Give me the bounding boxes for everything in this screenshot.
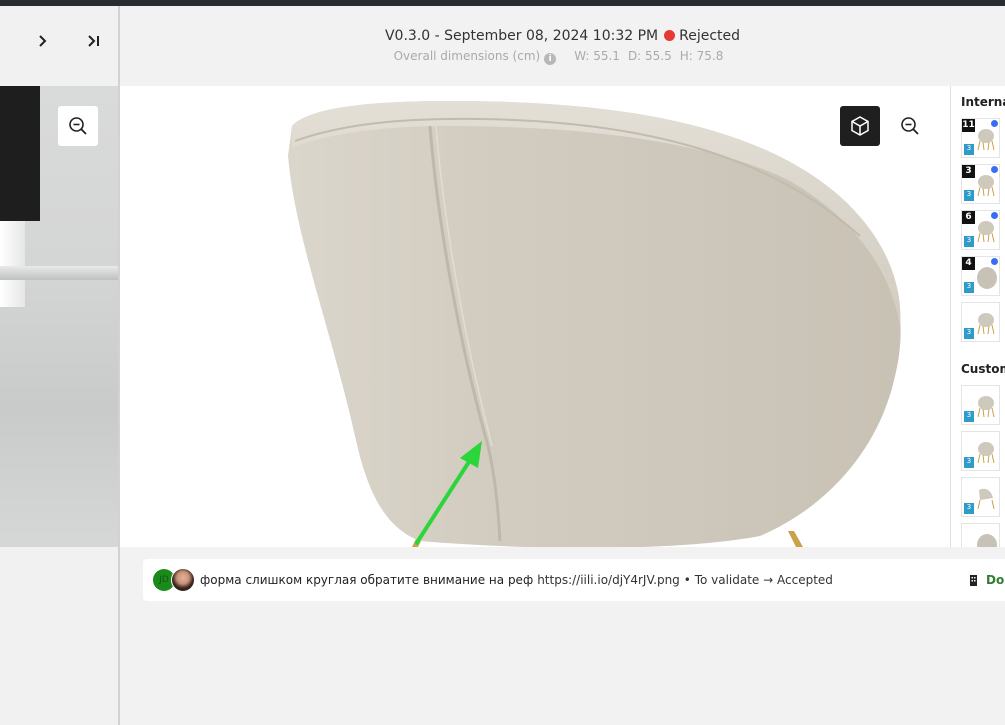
version-date: September 08, 2024 10:32 PM <box>444 28 659 44</box>
customer-section-title: Customer <box>961 362 1005 376</box>
dimensions-line: Overall dimensions (cm) i W: 55.1 D: 55.5 H:… <box>120 49 1005 65</box>
next-button[interactable] <box>32 30 52 52</box>
thumbnail-count-badge: 6 <box>962 211 975 224</box>
skip-to-end-icon <box>88 35 99 47</box>
chair-thumbnail-image <box>977 267 997 289</box>
comment-status-change: • To validate → Accepted <box>683 573 833 587</box>
customer-thumbnail[interactable]: 3 <box>961 477 1000 517</box>
chevron-right-icon <box>39 35 47 47</box>
thumbnail-count-badge: 11 <box>962 119 975 132</box>
viewer-zoom-out-button[interactable] <box>890 106 930 146</box>
done-label: Done <box>986 573 1005 587</box>
3d-view-button[interactable] <box>840 106 880 146</box>
internal-thumbnail[interactable]: 4 3 <box>961 256 1000 296</box>
internal-thumbnail[interactable]: 11 3 <box>961 118 1000 158</box>
height-value: H: 75.8 <box>679 49 724 63</box>
versions-sidebar: Internal 11 3 3 3 6 3 4 3 3 Customer 3 3… <box>951 86 1005 547</box>
thumbnail-count-badge: 3 <box>962 165 975 178</box>
last-button[interactable] <box>84 30 104 52</box>
unread-dot-icon <box>991 212 998 219</box>
chair-thumbnail-image <box>977 534 997 547</box>
3d-badge: 3 <box>964 411 974 422</box>
status-dot-icon <box>664 30 676 41</box>
chair-thumbnail-image <box>977 175 995 197</box>
dimensions-label: Overall dimensions (cm) <box>393 49 541 63</box>
building-icon <box>970 574 977 586</box>
version-number: V0.3.0 <box>384 28 431 44</box>
chair-thumbnail-image <box>977 313 995 335</box>
unread-dot-icon <box>991 258 998 265</box>
internal-section-title: Internal <box>961 95 1005 109</box>
internal-thumbnail[interactable]: 3 <box>961 302 1000 342</box>
customer-thumbnail[interactable] <box>961 523 1000 547</box>
version-title: V0.3.0 - September 08, 2024 10:32 PM Reje… <box>120 28 1005 44</box>
version-separator: - <box>434 28 440 44</box>
model-viewer[interactable] <box>120 86 950 547</box>
unread-dot-icon <box>991 166 998 173</box>
3d-badge: 3 <box>964 236 974 247</box>
chair-render-image <box>288 101 901 547</box>
unread-dot-icon <box>991 120 998 127</box>
reference-image-highlight <box>0 221 25 307</box>
comment-text: форма слишком круглая обратите внимание … <box>200 573 534 587</box>
comment-row[interactable]: JD форма слишком круглая обратите вниман… <box>143 559 1005 601</box>
chair-thumbnail-image <box>977 442 995 464</box>
thumbnail-count-badge: 4 <box>962 257 975 270</box>
chair-thumbnail-image <box>977 396 995 418</box>
comment-link[interactable]: https://iili.io/djY4rJV.png <box>537 573 680 587</box>
customer-thumbnail[interactable]: 3 <box>961 385 1000 425</box>
chair-thumbnail-image <box>977 221 995 243</box>
zoom-out-icon <box>69 117 87 135</box>
done-button[interactable]: Done <box>969 559 1005 601</box>
version-header: V0.3.0 - September 08, 2024 10:32 PM Reje… <box>120 6 1005 86</box>
3d-badge: 3 <box>964 328 974 339</box>
zoom-out-icon <box>901 117 919 135</box>
chair-thumbnail-image <box>977 129 995 151</box>
reference-zoom-out-button[interactable] <box>58 106 98 146</box>
internal-thumbnail[interactable]: 6 3 <box>961 210 1000 250</box>
status-label: Rejected <box>679 28 741 44</box>
reference-image-dark-area <box>0 86 40 221</box>
chair-thumbnail-image <box>977 488 995 510</box>
customer-thumbnail[interactable]: 3 <box>961 431 1000 471</box>
3d-badge: 3 <box>964 457 974 468</box>
internal-thumbnail[interactable]: 3 3 <box>961 164 1000 204</box>
3d-badge: 3 <box>964 503 974 514</box>
cube-icon <box>851 116 869 136</box>
3d-badge: 3 <box>964 190 974 201</box>
3d-badge: 3 <box>964 144 974 155</box>
avatar <box>171 568 195 592</box>
info-icon[interactable]: i <box>544 53 557 65</box>
depth-value: D: 55.5 <box>627 49 672 63</box>
reference-image-floor-line <box>0 266 118 280</box>
reference-image <box>0 86 118 547</box>
width-value: W: 55.1 <box>574 49 620 63</box>
3d-badge: 3 <box>964 282 974 293</box>
